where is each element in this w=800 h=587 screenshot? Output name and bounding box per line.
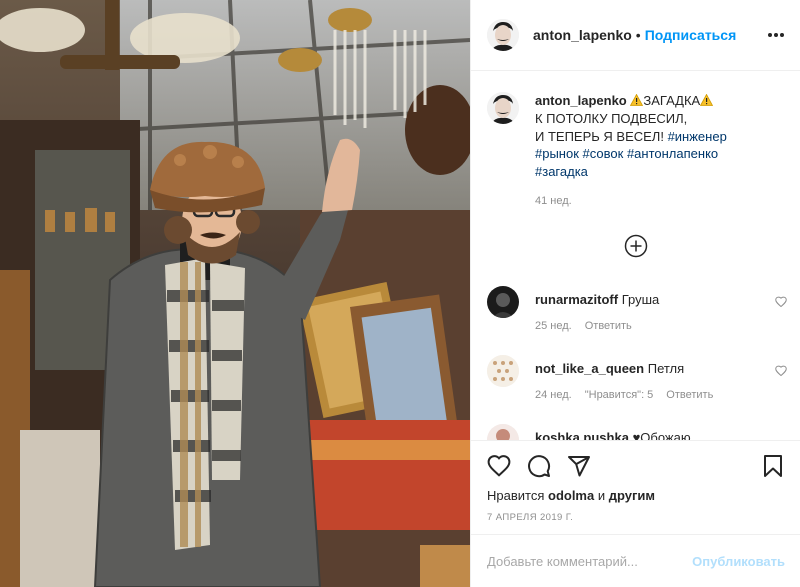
hashtag-link[interactable]: #загадка [535,164,588,179]
commenter-username[interactable]: not_like_a_queen [535,361,644,376]
comment-bubble-icon[interactable] [527,454,551,478]
more-horizontal-icon[interactable] [765,25,787,45]
caption-line-3: И ТЕПЕРЬ Я ВЕСЕЛ! [535,128,668,144]
load-more-comments-icon[interactable] [624,234,648,258]
author-avatar[interactable] [487,19,519,51]
comment-item: koshka.pushka ♥Обожаю [487,424,787,440]
post-side-panel: anton_lapenko • Подписаться anton_lapenk… [470,0,800,587]
follow-button[interactable]: Подписаться [645,27,737,43]
photo-illustration [0,0,470,587]
hashtag-link[interactable]: #совок [583,146,624,161]
comment-input[interactable] [487,553,693,569]
action-icons [487,454,591,478]
commenter-username[interactable]: runarmazitoff [535,292,618,307]
hashtag-link[interactable]: #инженер [668,129,727,144]
comment-text: not_like_a_queen Петля [535,355,787,377]
comments-list[interactable]: anton_lapenko ЗАГАДКА К ПОТОЛКУ ПОДВЕСИЛ… [471,72,800,440]
caption-text: anton_lapenko ЗАГАДКА К ПОТОЛКУ ПОДВЕСИЛ… [535,92,787,181]
comment-body: Груша [621,292,660,307]
header-separator: • [635,27,641,43]
heart-icon[interactable] [775,365,787,377]
caption-username[interactable]: anton_lapenko [535,93,627,108]
warning-icon [700,94,714,106]
comment-item: runarmazitoff Груша 25 нед. Ответить [487,286,787,332]
comment-time[interactable]: 25 нед. [535,320,572,332]
warning-icon [630,94,644,106]
bookmark-icon[interactable] [761,454,785,478]
post-caption: anton_lapenko ЗАГАДКА К ПОТОЛКУ ПОДВЕСИЛ… [487,92,787,207]
comment-likes-count[interactable]: "Нравится": 5 [585,389,654,401]
post-header: anton_lapenko • Подписаться [471,0,800,71]
reply-button[interactable]: Ответить [585,320,632,332]
likes-prefix: Нравится [487,488,545,503]
comment-item: not_like_a_queen Петля 24 нед. "Нравится… [487,355,787,401]
commenter-avatar[interactable] [487,424,519,440]
comment-body: Петля [647,361,685,376]
commenter-avatar[interactable] [487,355,519,387]
reply-button[interactable]: Ответить [666,389,713,401]
instagram-post: anton_lapenko • Подписаться anton_lapenk… [0,0,800,587]
post-photo[interactable] [0,0,470,587]
likes-others-link[interactable]: другим [609,488,655,503]
comment-meta: 24 нед. "Нравится": 5 Ответить [535,389,787,401]
caption-line-2: К ПОТОЛКУ ПОДВЕСИЛ, [535,110,688,126]
comment-meta: 25 нед. Ответить [535,320,787,332]
likes-user-link[interactable]: odolma [548,488,594,503]
comment-text: koshka.pushka ♥Обожаю [535,424,787,440]
caption-line-1: ЗАГАДКА [643,93,701,108]
caption-time[interactable]: 41 нед. [535,195,787,207]
comment-body: ♥Обожаю [632,430,691,440]
comment-text: runarmazitoff Груша [535,286,787,308]
commenter-avatar[interactable] [487,286,519,318]
comment-time[interactable]: 24 нед. [535,389,572,401]
heart-icon[interactable] [775,296,787,308]
commenter-username[interactable]: koshka.pushka [535,430,629,440]
hashtag-link[interactable]: #рынок [535,146,579,161]
share-send-icon[interactable] [567,454,591,478]
likes-summary: Нравится odolma и другим [487,488,655,503]
hashtag-link[interactable]: #антонлапенко [627,146,718,161]
like-heart-icon[interactable] [487,454,511,478]
add-comment-bar: Опубликовать [471,534,800,587]
post-date[interactable]: 7 АПРЕЛЯ 2019 Г. [487,512,573,523]
publish-button[interactable]: Опубликовать [692,554,785,569]
caption-avatar[interactable] [487,92,519,124]
post-actions: Нравится odolma и другим 7 АПРЕЛЯ 2019 Г… [471,440,800,547]
author-username[interactable]: anton_lapenko [533,27,632,43]
likes-and: и [597,488,606,503]
